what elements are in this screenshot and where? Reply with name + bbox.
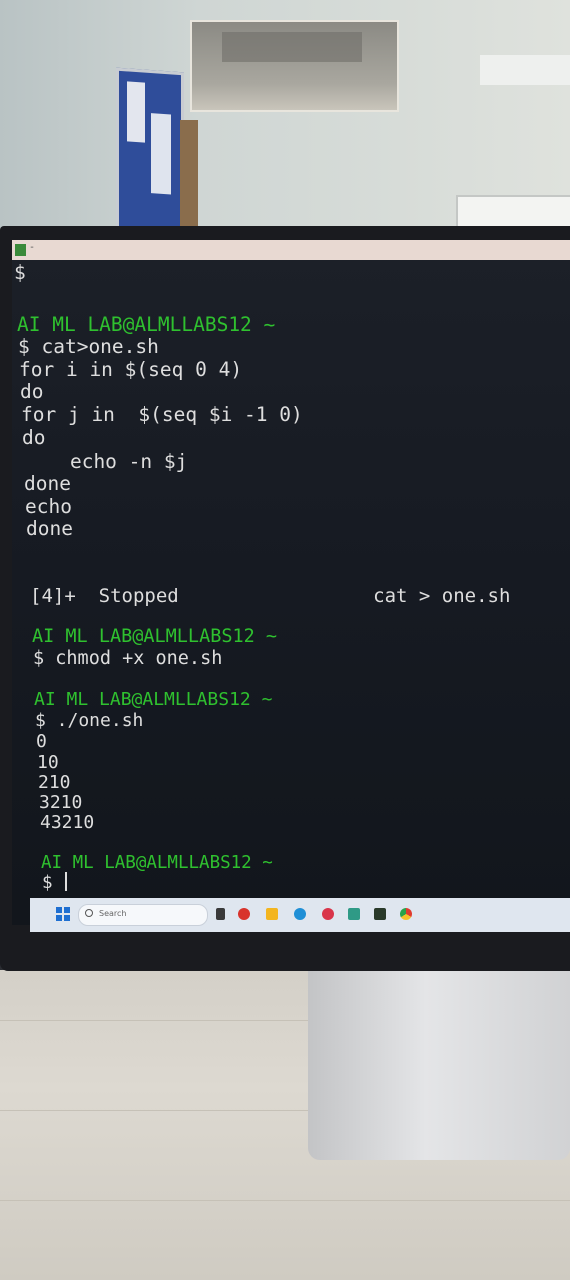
prompt-line: AI ML LAB@ALMLLABS12 ~ [34, 689, 273, 710]
prompt-line: AI ML LAB@ALMLLABS12 ~ [32, 626, 278, 647]
terminal-line: done [26, 517, 73, 540]
ceiling-light [480, 55, 570, 85]
output-line: 210 [38, 772, 71, 793]
terminal-icon[interactable] [374, 908, 386, 920]
terminal-line: do [20, 380, 44, 403]
input-prompt: $ [42, 873, 64, 893]
search-icon [85, 909, 93, 917]
chat-icon[interactable] [238, 908, 250, 920]
title-separator: - [29, 242, 36, 253]
chrome-icon[interactable] [400, 908, 412, 920]
monitor-stand [308, 960, 570, 1160]
output-line: 0 [36, 731, 47, 752]
command-line: $ chmod +x one.sh [33, 648, 223, 669]
windows-start-icon[interactable] [56, 907, 70, 921]
taskbar: Search [30, 898, 570, 932]
output-line: 3210 [39, 792, 83, 813]
prompt-line: AI ML LAB@ALMLLABS12 ~ [17, 313, 276, 336]
terminal-line: for i in $(seq 0 4) [19, 358, 243, 381]
file-explorer-icon[interactable] [266, 908, 278, 920]
terminal-line: for j in $(seq $i -1 0) [21, 403, 303, 426]
terminal-titlebar[interactable]: - [12, 240, 570, 260]
output-line: 10 [37, 752, 59, 773]
wps-office-icon[interactable] [322, 908, 334, 920]
output-line: 43210 [40, 812, 95, 833]
ceiling-opening [190, 20, 399, 112]
command-input[interactable]: $ [42, 872, 68, 894]
task-view-icon[interactable] [216, 908, 225, 920]
text-cursor [65, 872, 68, 891]
job-status-line: [4]+ Stopped cat > one.sh [30, 585, 511, 607]
command-line: $ cat>one.sh [18, 335, 159, 358]
door-frame [180, 120, 198, 230]
terminal-window[interactable]: - $ AI ML LAB@ALMLLABS12 ~ $ cat>one.sh … [12, 240, 570, 925]
terminal-line: echo [25, 495, 72, 518]
edge-icon[interactable] [294, 908, 306, 920]
search-placeholder: Search [99, 909, 127, 918]
taskbar-search-box[interactable]: Search [78, 904, 208, 926]
command-line: $ ./one.sh [35, 710, 144, 731]
notice-board [116, 67, 184, 239]
terminal-line: $ [14, 261, 26, 284]
terminal-line: echo -n $j [23, 450, 188, 473]
notepad-icon[interactable] [348, 908, 360, 920]
prompt-line: AI ML LAB@ALMLLABS12 ~ [41, 853, 273, 873]
monitor: - $ AI ML LAB@ALMLLABS12 ~ $ cat>one.sh … [0, 226, 570, 971]
terminal-line: do [22, 426, 46, 449]
terminal-line: done [24, 472, 71, 495]
terminal-app-icon [15, 244, 26, 256]
